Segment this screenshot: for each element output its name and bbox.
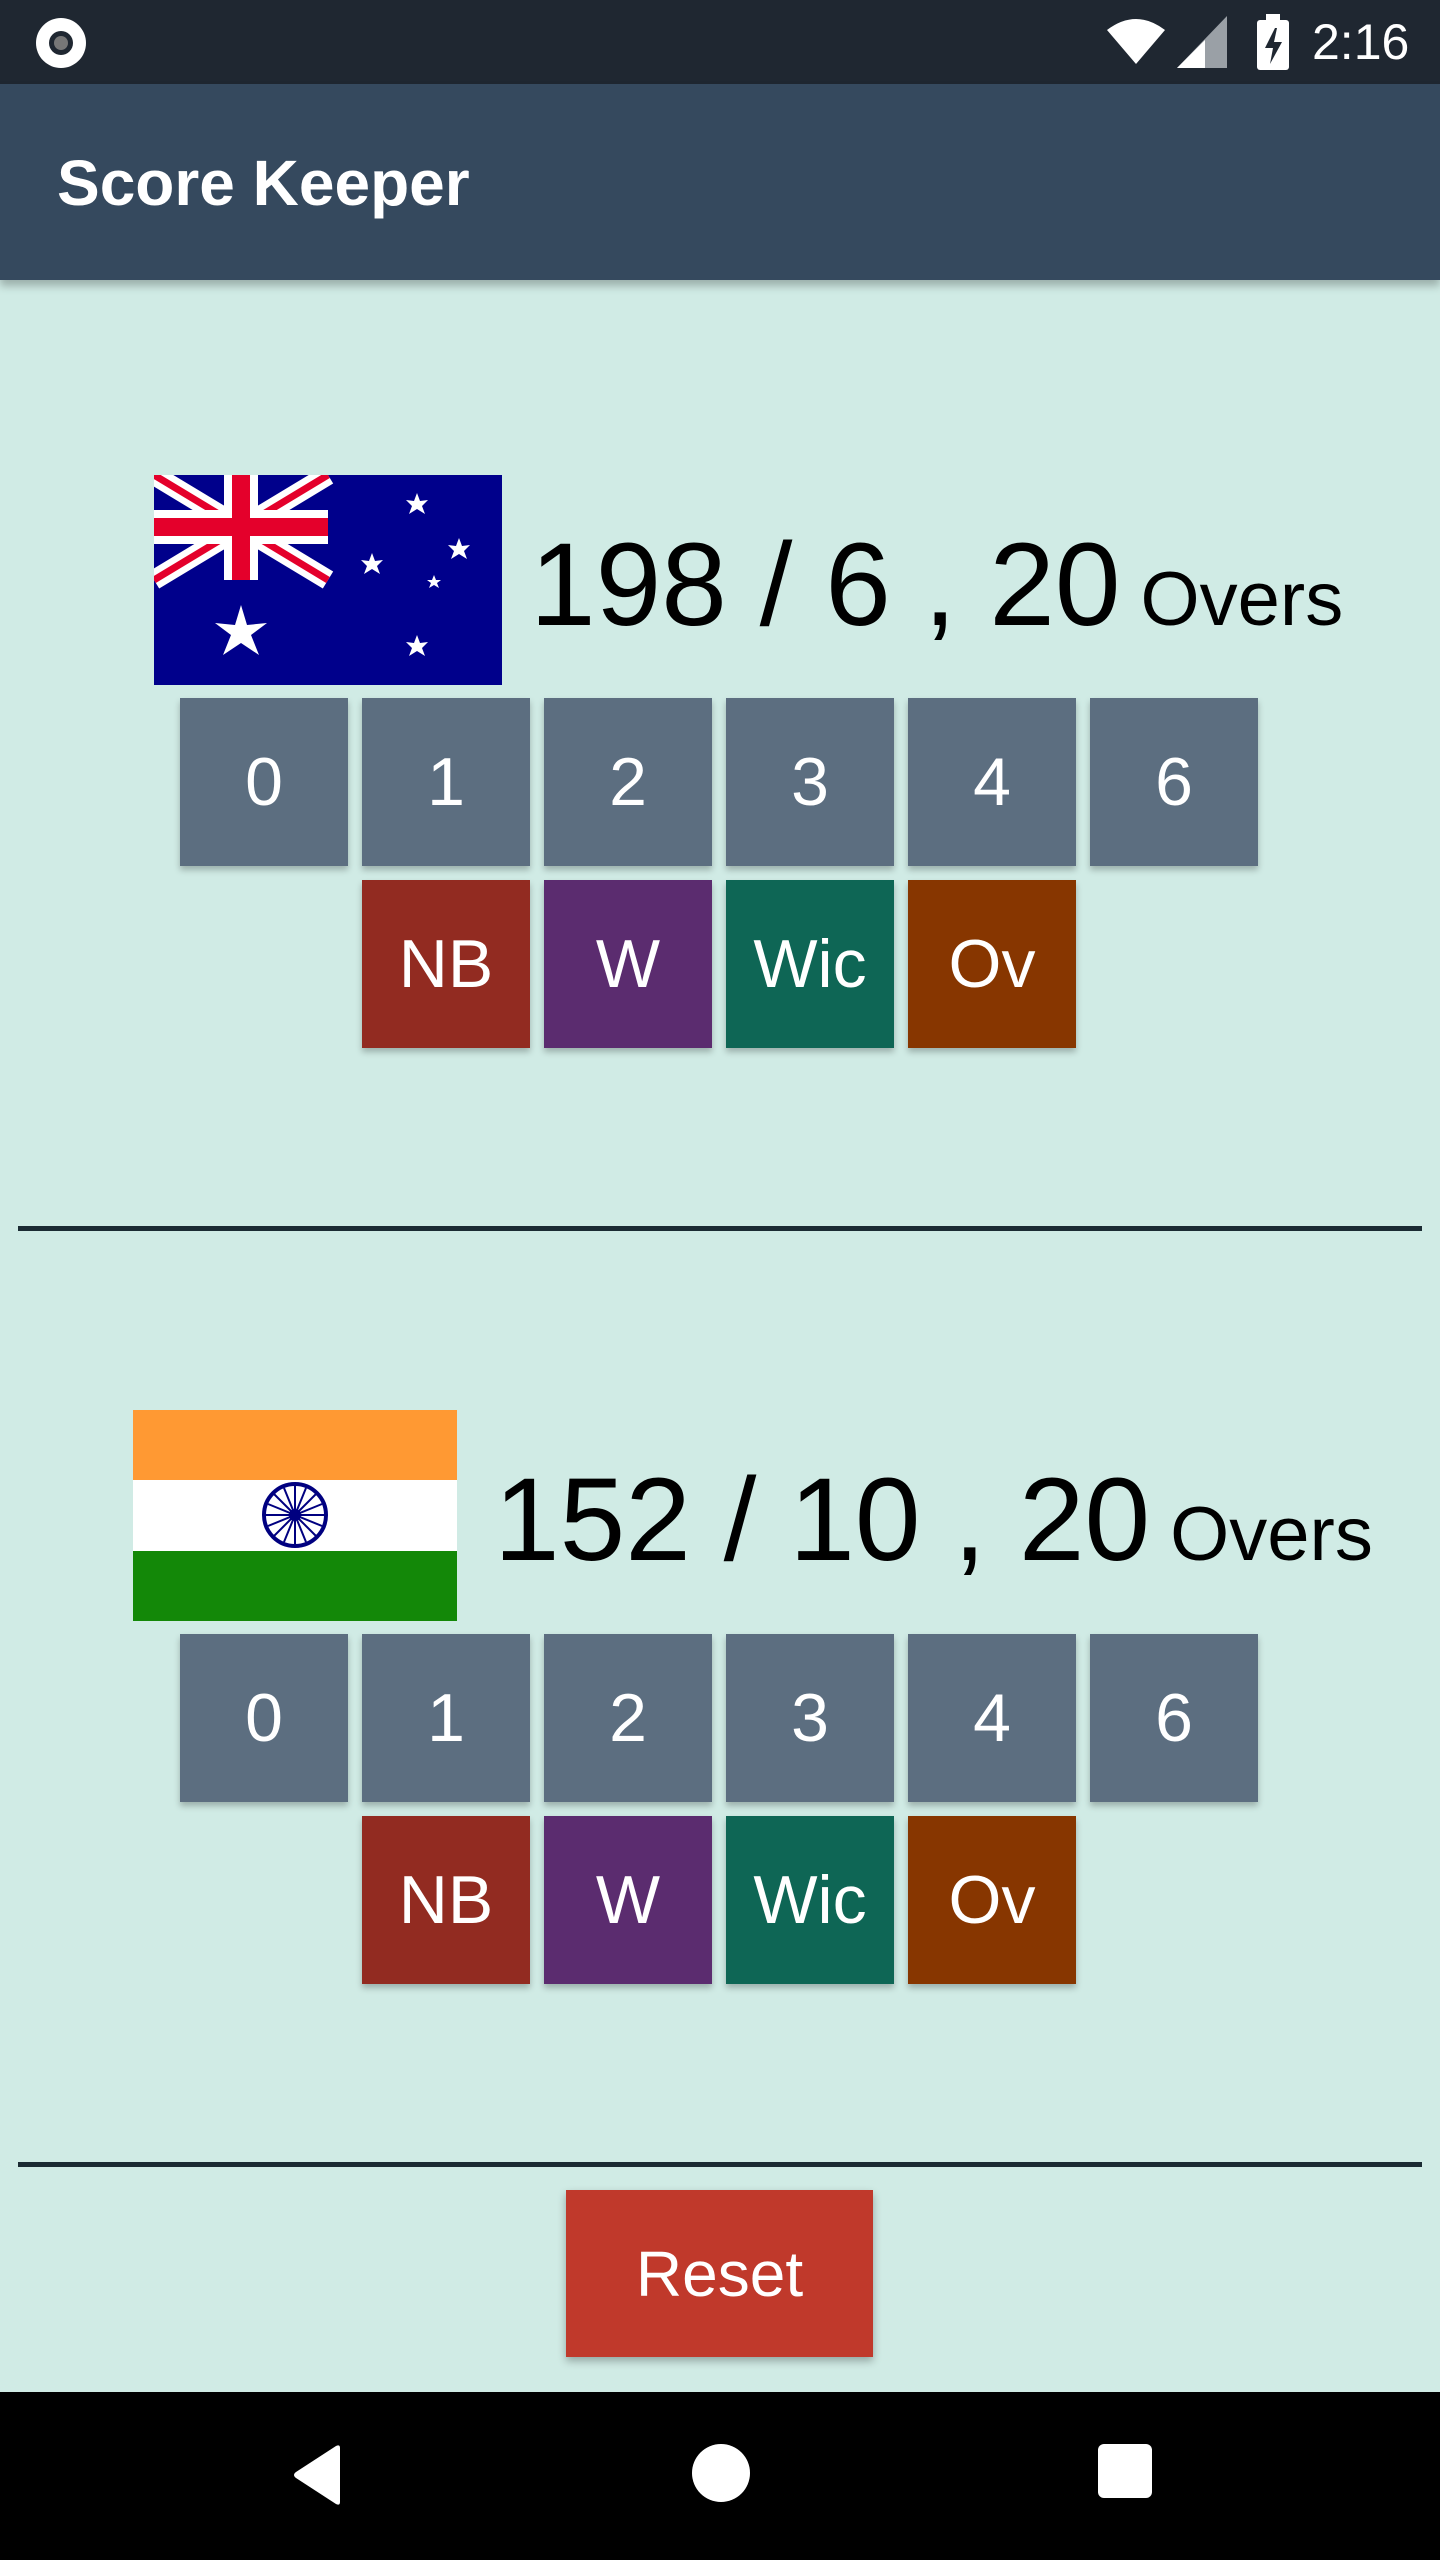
team-1-run-3-button[interactable]: 3 [726, 698, 894, 866]
team-2-run-1-button[interactable]: 1 [362, 1634, 530, 1802]
team-2-run-3-button[interactable]: 3 [726, 1634, 894, 1802]
back-icon[interactable] [290, 2444, 344, 2506]
section-divider [18, 1226, 1422, 1231]
india-flag-icon [133, 1410, 457, 1621]
team-2-no-ball-button[interactable]: NB [362, 1816, 530, 1984]
app-bar: Score Keeper [0, 84, 1440, 280]
team-2-run-4-button[interactable]: 4 [908, 1634, 1076, 1802]
team-1-wicket-button[interactable]: Wic [726, 880, 894, 1048]
team-1-wide-button[interactable]: W [544, 880, 712, 1048]
status-time: 2:16 [1312, 14, 1410, 70]
team-2-wide-button[interactable]: W [544, 1816, 712, 1984]
team-2-run-0-button[interactable]: 0 [180, 1634, 348, 1802]
cell-signal-icon [1177, 16, 1227, 68]
team-1-run-1-button[interactable]: 1 [362, 698, 530, 866]
overs-separator: , [920, 1454, 1019, 1586]
team-1-run-2-button[interactable]: 2 [544, 698, 712, 866]
app-title: Score Keeper [57, 147, 470, 219]
team-2-overs-label: Overs [1170, 1492, 1373, 1577]
score-separator: / [690, 1454, 790, 1586]
team-1-no-ball-button[interactable]: NB [362, 880, 530, 1048]
team-1-run-0-button[interactable]: 0 [180, 698, 348, 866]
status-bar: 2:16 [0, 0, 1440, 84]
team-1-run-4-button[interactable]: 4 [908, 698, 1076, 866]
team-2-run-2-button[interactable]: 2 [544, 1634, 712, 1802]
team-1-overs: 20 [989, 519, 1121, 651]
team-1-run-6-button[interactable]: 6 [1090, 698, 1258, 866]
team-2-over-button[interactable]: Ov [908, 1816, 1076, 1984]
team-1-wickets: 6 [825, 519, 891, 651]
team-2-run-6-button[interactable]: 6 [1090, 1634, 1258, 1802]
team-2-wickets: 10 [789, 1454, 921, 1586]
recent-apps-icon[interactable] [1098, 2444, 1152, 2498]
record-icon [36, 18, 86, 68]
overs-separator: , [890, 519, 990, 651]
home-icon[interactable] [692, 2444, 750, 2502]
team-2-wicket-button[interactable]: Wic [726, 1816, 894, 1984]
team-1-overs-label: Overs [1140, 557, 1344, 642]
team-2-runs: 152 [494, 1454, 691, 1586]
team-1-runs: 198 [530, 519, 727, 651]
section-divider [18, 2162, 1422, 2167]
score-separator: / [726, 519, 826, 651]
reset-button[interactable]: Reset [566, 2190, 873, 2357]
navigation-bar [0, 2392, 1440, 2560]
team-1-score: 198 / 6 , 20 Overs [530, 520, 1343, 650]
wifi-icon [1107, 19, 1165, 64]
australia-flag-icon [154, 475, 502, 685]
team-1-over-button[interactable]: Ov [908, 880, 1076, 1048]
battery-charging-icon [1257, 14, 1289, 70]
team-2-score: 152 / 10 , 20 Overs [494, 1455, 1373, 1585]
team-2-overs: 20 [1018, 1454, 1151, 1586]
